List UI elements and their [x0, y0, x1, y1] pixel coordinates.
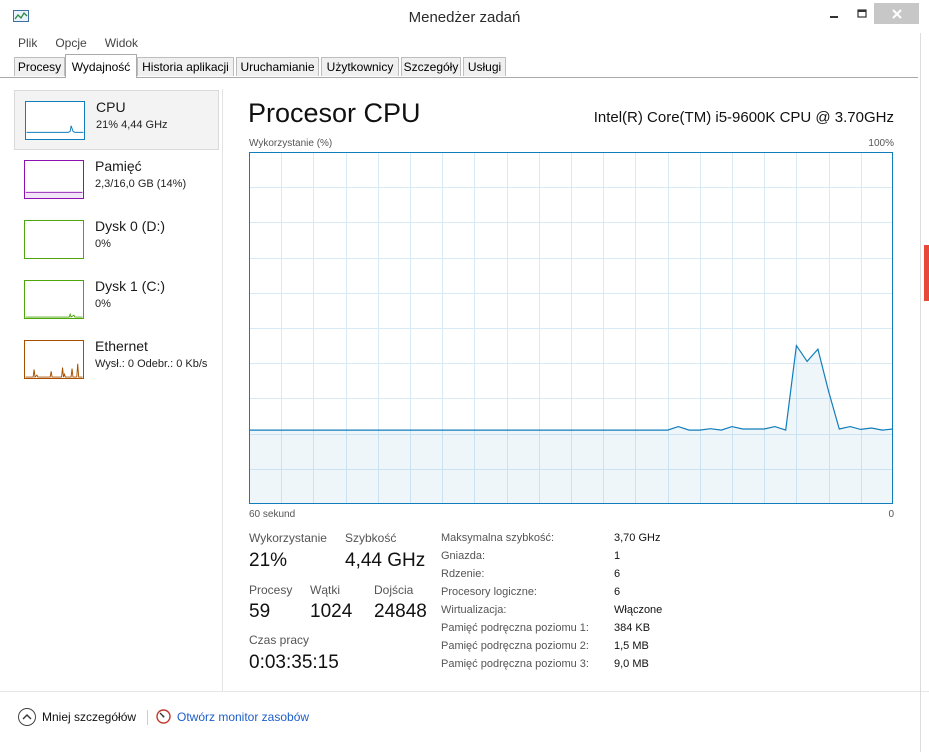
sidebar-item-title: Dysk 0 (D:)	[95, 218, 165, 234]
tab-startup[interactable]: Uruchamianie	[236, 57, 319, 76]
open-resource-monitor-link[interactable]: Otwórz monitor zasobów	[156, 709, 309, 724]
tab-app-history[interactable]: Historia aplikacji	[137, 57, 234, 76]
cpu-mini-graph	[25, 101, 85, 140]
close-icon	[891, 8, 902, 19]
spec-virtualization-value: Włączone	[614, 604, 663, 616]
spec-l3-value: 9,0 MB	[614, 658, 649, 670]
window-title: Menedżer zadań	[408, 9, 521, 26]
x-axis-zero-label: 0	[888, 509, 894, 520]
sidebar-item-subtitle: 2,3/16,0 GB (14%)	[95, 178, 187, 190]
minimize-icon	[830, 15, 838, 18]
spec-sockets-label: Gniazda:	[441, 550, 486, 562]
disk-1-mini-graph	[24, 280, 84, 319]
minimize-button[interactable]	[817, 3, 851, 24]
tab-processes[interactable]: Procesy	[14, 57, 65, 76]
less-details-button[interactable]: Mniej szczegółów	[18, 708, 136, 726]
disk-0-mini-graph	[24, 220, 84, 259]
y-axis-label: Wykorzystanie (%)	[249, 138, 333, 149]
maximize-button[interactable]	[851, 3, 873, 24]
spec-max-speed-value: 3,70 GHz	[614, 532, 661, 544]
sidebar-item-cpu[interactable]: CPU 21% 4,44 GHz	[14, 90, 219, 150]
tab-users[interactable]: Użytkownicy	[321, 57, 399, 76]
chevron-up-icon	[18, 708, 36, 726]
spec-cores-value: 6	[614, 568, 621, 580]
menu-file[interactable]: Plik	[9, 36, 46, 52]
task-manager-window: Menedżer zadań Plik Opcje Widok Procesy …	[0, 0, 929, 752]
menu-options[interactable]: Opcje	[46, 36, 95, 52]
sidebar-item-subtitle: 0%	[95, 298, 111, 310]
resource-sidebar: CPU 21% 4,44 GHz Pamięć 2,3/16,0 GB (14%…	[14, 89, 223, 691]
usage-value: 21%	[249, 550, 288, 571]
menu-view[interactable]: Widok	[96, 36, 147, 52]
handles-label: Dojścia	[374, 583, 414, 597]
processes-label: Procesy	[249, 583, 293, 597]
handles-value: 24848	[374, 601, 427, 622]
sidebar-item-disk-0[interactable]: Dysk 0 (D:) 0%	[14, 210, 219, 270]
sidebar-item-title: CPU	[96, 99, 126, 115]
spec-l1-label: Pamięć podręczna poziomu 1:	[441, 622, 589, 634]
tab-strip-border	[0, 77, 918, 78]
threads-label: Wątki	[310, 583, 340, 597]
cpu-model-name: Intel(R) Core(TM) i5-9600K CPU @ 3.70GHz	[593, 109, 894, 126]
uptime-value: 0:03:35:15	[249, 652, 339, 673]
background-window-fragment	[924, 245, 929, 301]
sidebar-item-title: Pamięć	[95, 158, 142, 174]
page-title: Procesor CPU	[248, 98, 421, 128]
sidebar-item-subtitle: 0%	[95, 238, 111, 250]
sidebar-item-subtitle: Wysł.: 0 Odebr.: 0 Kb/s	[95, 358, 208, 370]
sidebar-item-ethernet[interactable]: Ethernet Wysł.: 0 Odebr.: 0 Kb/s	[14, 330, 219, 390]
tab-strip: Procesy Wydajność Historia aplikacji Uru…	[0, 54, 929, 78]
title-bar[interactable]: Menedżer zadań	[0, 0, 929, 33]
tab-performance[interactable]: Wydajność	[65, 54, 137, 78]
threads-value: 1024	[310, 601, 353, 622]
window-border	[920, 33, 921, 752]
spec-logical-label: Procesory logiczne:	[441, 586, 537, 598]
spec-max-speed-label: Maksymalna szybkość:	[441, 532, 555, 544]
sidebar-item-title: Ethernet	[95, 338, 148, 354]
sidebar-item-memory[interactable]: Pamięć 2,3/16,0 GB (14%)	[14, 150, 219, 210]
ethernet-mini-graph	[24, 340, 84, 379]
footer-separator	[0, 691, 929, 692]
sidebar-item-disk-1[interactable]: Dysk 1 (C:) 0%	[14, 270, 219, 330]
sidebar-item-title: Dysk 1 (C:)	[95, 278, 165, 294]
usage-label: Wykorzystanie	[249, 531, 327, 545]
spec-cores-label: Rdzenie:	[441, 568, 485, 580]
resource-monitor-icon	[156, 709, 171, 724]
spec-virtualization-label: Wirtualizacja:	[441, 604, 507, 616]
spec-l3-label: Pamięć podręczna poziomu 3:	[441, 658, 589, 670]
tab-services[interactable]: Usługi	[463, 57, 506, 76]
cpu-usage-graph	[249, 152, 893, 504]
spec-logical-value: 6	[614, 586, 621, 598]
speed-label: Szybkość	[345, 531, 397, 545]
sidebar-item-subtitle: 21% 4,44 GHz	[96, 119, 168, 131]
spec-l2-value: 1,5 MB	[614, 640, 649, 652]
open-resource-monitor-label: Otwórz monitor zasobów	[177, 709, 310, 724]
uptime-label: Czas pracy	[249, 633, 310, 647]
memory-mini-graph	[24, 160, 84, 199]
maximize-icon	[857, 8, 867, 18]
footer-divider	[147, 710, 148, 725]
spec-l2-label: Pamięć podręczna poziomu 2:	[441, 640, 589, 652]
spec-sockets-value: 1	[614, 550, 621, 562]
y-axis-max-label: 100%	[868, 138, 894, 149]
tab-details[interactable]: Szczegóły	[401, 57, 461, 76]
menu-bar: Plik Opcje Widok	[9, 36, 147, 52]
speed-value: 4,44 GHz	[345, 550, 426, 571]
less-details-label: Mniej szczegółów	[42, 710, 137, 724]
close-button[interactable]	[874, 3, 919, 24]
spec-l1-value: 384 KB	[614, 622, 651, 634]
processes-value: 59	[249, 601, 271, 622]
x-axis-label: 60 sekund	[249, 509, 296, 520]
